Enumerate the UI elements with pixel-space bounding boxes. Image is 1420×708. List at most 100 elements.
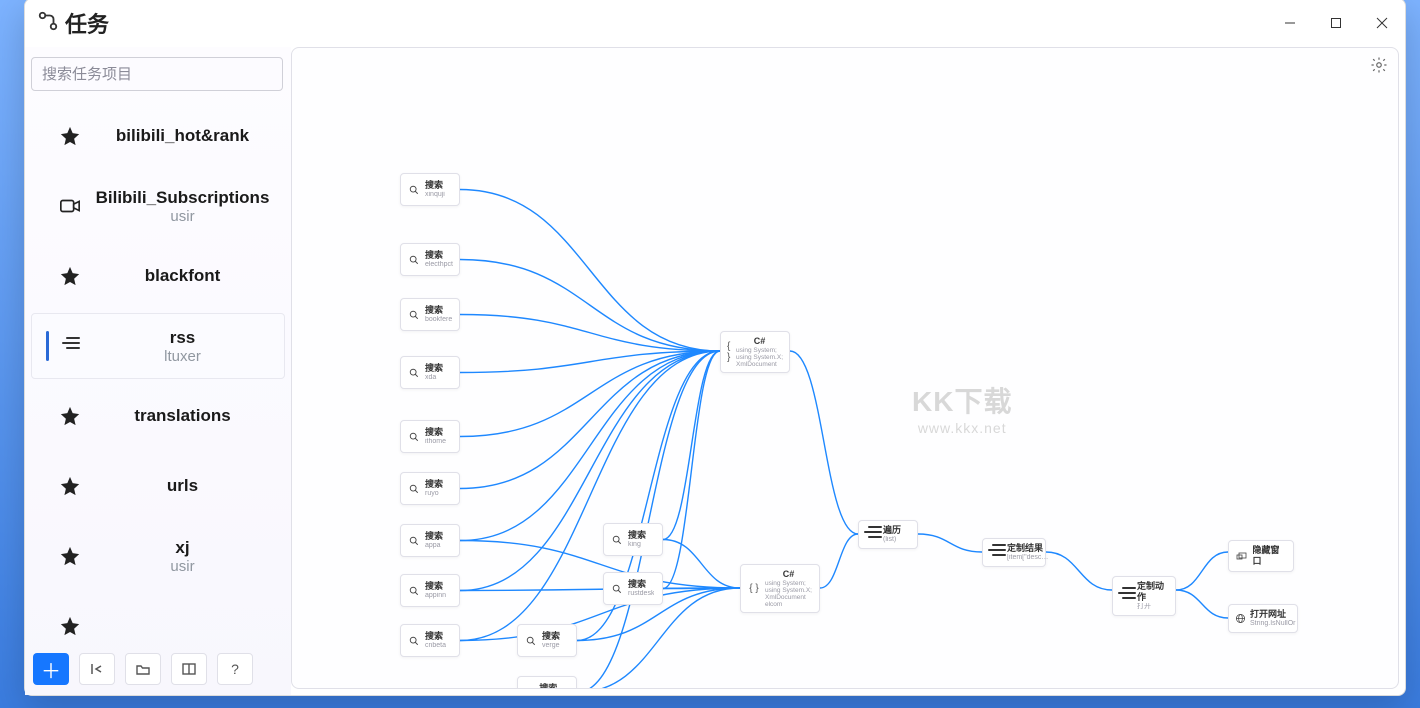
code-icon: { } [747, 583, 761, 594]
node-c1[interactable]: { } C#using System;using System.X;XmlDocu… [720, 331, 790, 373]
edge [663, 351, 720, 540]
node-subtitle: using System;using System.X;XmlDocument [736, 347, 783, 368]
node-label: 定制动作 [1137, 581, 1169, 603]
open-folder-button[interactable] [125, 653, 161, 685]
edge [1176, 590, 1228, 618]
node-n7[interactable]: 搜索appinn [400, 574, 460, 607]
edge [820, 534, 858, 588]
edge [460, 260, 720, 352]
node-n6[interactable]: 搜索appa [400, 524, 460, 557]
node-label: 定制结果 [1007, 543, 1049, 554]
node-b2[interactable]: 定制结果[item["desc"].in [982, 538, 1046, 567]
star-icon [52, 125, 88, 147]
node-n4[interactable]: 搜索ithome [400, 420, 460, 453]
edge [460, 588, 740, 641]
sidebar-item-translations[interactable]: translations [31, 383, 285, 449]
node-label: 搜索 [425, 479, 443, 490]
node-label: 搜索 [425, 250, 453, 261]
node-b3[interactable]: 定制动作打开 [1112, 576, 1176, 616]
win-icon [1235, 551, 1248, 561]
node-subtitle: (list) [883, 536, 901, 544]
node-label: 遍历 [883, 525, 901, 536]
sidebar-item-xj[interactable]: xjusir [31, 523, 285, 589]
search-icon [407, 368, 421, 378]
node-n2[interactable]: 搜索bookfere [400, 298, 460, 331]
search-icon [524, 688, 535, 690]
window-maximize-button[interactable] [1313, 7, 1359, 39]
star-icon [52, 265, 88, 287]
edge [460, 541, 740, 589]
node-n3[interactable]: 搜索xda [400, 356, 460, 389]
node-subtitle: electhpct [425, 261, 453, 269]
node-n10[interactable]: 搜索rustdesk [603, 572, 663, 605]
node-n5[interactable]: 搜索ruyo [400, 472, 460, 505]
sidebar-item-blackfont[interactable]: blackfont [31, 243, 285, 309]
node-subtitle: cnbeta [425, 642, 446, 650]
edge [460, 351, 720, 541]
node-b5[interactable]: 打开网址String.IsNullOr [1228, 604, 1298, 633]
node-c2[interactable]: { }C#using System;using System.X;XmlDocu… [740, 564, 820, 613]
task-name: bilibili_hot&rank [88, 126, 277, 146]
window-close-button[interactable] [1359, 7, 1405, 39]
node-subtitle: xda [425, 374, 443, 382]
node-subtitle: ruyo [425, 490, 443, 498]
node-n11[interactable]: 搜索verge [517, 624, 577, 657]
task-subtitle: usir [88, 208, 277, 225]
node-subtitle: king [628, 541, 646, 549]
edge [460, 351, 720, 641]
search-icon [407, 432, 421, 442]
help-button[interactable]: ? [217, 653, 253, 685]
collapse-button[interactable] [79, 653, 115, 685]
node-subtitle: appa [425, 542, 443, 550]
node-n0[interactable]: 搜索xinquji [400, 173, 460, 206]
sidebar-item-urls[interactable]: urls [31, 453, 285, 519]
node-label: 搜索 [628, 530, 646, 541]
node-label: 搜索 [425, 531, 443, 542]
edge [460, 315, 720, 352]
node-label: 搜索 [425, 631, 446, 642]
add-task-button[interactable]: ＋ [33, 653, 69, 685]
list-icon [1119, 587, 1133, 605]
workflow-canvas[interactable]: KK下载 www.kkx.net 搜索xinquji搜索electhpct搜索b… [291, 47, 1399, 689]
edge [663, 351, 720, 589]
star-icon [52, 405, 88, 427]
sidebar-item-Bilibili_Subscriptions[interactable]: Bilibili_Subscriptionsusir [31, 173, 285, 239]
window-minimize-button[interactable] [1267, 7, 1313, 39]
sidebar: bilibili_hot&rank Bilibili_Subscriptionsu… [25, 47, 291, 695]
edge [790, 351, 858, 534]
node-label: 搜索 [628, 579, 654, 590]
edge [1176, 552, 1228, 590]
sidebar-item-unnamed[interactable] [31, 593, 285, 649]
edge [460, 351, 720, 591]
node-label: C# [736, 336, 783, 347]
node-label: 搜索 [542, 631, 560, 642]
edge [918, 534, 982, 552]
node-n12[interactable]: 搜索berthtoink [517, 676, 577, 689]
search-input[interactable] [31, 57, 283, 91]
selection-indicator [46, 331, 49, 361]
task-list: bilibili_hot&rank Bilibili_Subscriptionsu… [31, 99, 285, 649]
task-name: urls [88, 476, 277, 496]
list-icon [865, 526, 879, 544]
search-icon [407, 185, 421, 195]
node-b4[interactable]: 隐藏窗口 [1228, 540, 1294, 572]
search-icon [407, 255, 421, 265]
task-name: blackfont [88, 266, 277, 286]
star-icon [52, 615, 88, 637]
node-n9[interactable]: 搜索king [603, 523, 663, 556]
node-subtitle: verge [542, 642, 560, 650]
library-button[interactable] [171, 653, 207, 685]
node-b1[interactable]: 遍历(list) [858, 520, 918, 549]
node-n1[interactable]: 搜索electhpct [400, 243, 460, 276]
search-icon [407, 484, 421, 494]
sidebar-item-bilibili_hot&rank[interactable]: bilibili_hot&rank [31, 103, 285, 169]
settings-icon[interactable] [1370, 56, 1388, 79]
watermark: KK下载 www.kkx.net [912, 380, 1012, 436]
edge [460, 351, 720, 489]
node-n8[interactable]: 搜索cnbeta [400, 624, 460, 657]
search-icon [407, 586, 421, 596]
code-icon: { } [727, 341, 732, 363]
task-name: rss [89, 328, 276, 348]
sidebar-item-rss[interactable]: rssltuxer [31, 313, 285, 379]
node-subtitle: rustdesk [628, 590, 654, 598]
